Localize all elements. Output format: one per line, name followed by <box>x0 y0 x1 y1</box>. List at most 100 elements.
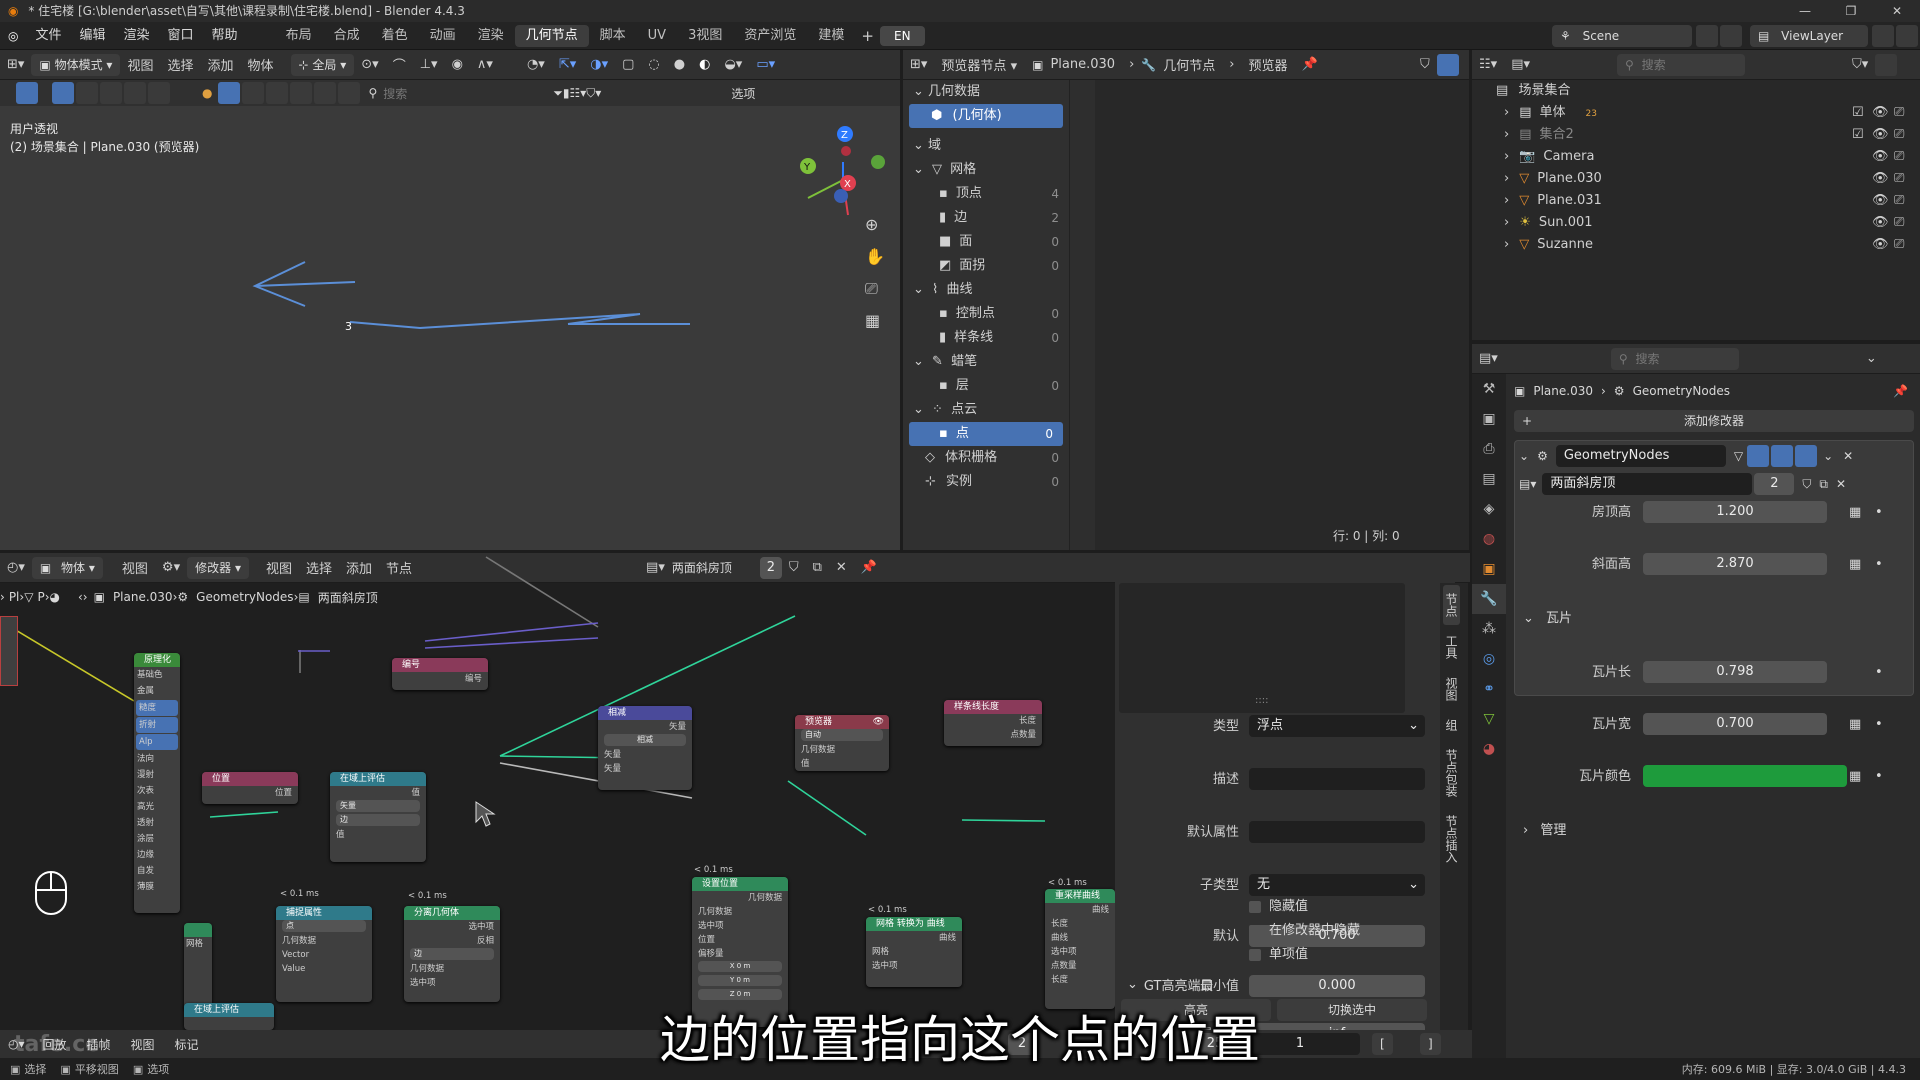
pin-icon[interactable]: 📌 <box>1893 384 1908 398</box>
add-workspace-icon[interactable]: + <box>855 27 880 45</box>
position-node[interactable]: 位置 位置 <box>202 772 298 804</box>
expand-icon[interactable]: › <box>1504 171 1509 186</box>
tool-tab-icon[interactable]: ⚒ <box>1472 374 1506 404</box>
node-tree-icon[interactable]: ▤▾ <box>1519 477 1536 491</box>
bsdf-input-row[interactable]: 基础色 <box>134 667 180 683</box>
gizmo-neg-x-handle[interactable] <box>841 146 851 156</box>
spline-length-node[interactable]: 样条线长度 长度 点数量 <box>944 700 1042 746</box>
render-camera-icon[interactable]: ⎚ <box>1894 234 1904 256</box>
capture-domain-dropdown[interactable]: 点 <box>282 920 366 932</box>
domain-group-header[interactable]: ⌄ ⌇ 曲线 <box>903 278 1069 302</box>
domain-instances[interactable]: ⊹ 实例 0 <box>903 470 1069 494</box>
attribute-toggle-icon[interactable]: ▦ <box>1849 501 1861 525</box>
eye-icon[interactable]: 👁 <box>1872 146 1889 168</box>
domain-section-header[interactable]: ⌄ 域 <box>903 134 1069 158</box>
separate-domain-dropdown[interactable]: 边 <box>410 948 494 960</box>
sidebar-tab[interactable]: 组 <box>1443 711 1460 739</box>
display-mode-icon[interactable]: ▤▾ <box>1504 57 1537 72</box>
camera-icon[interactable]: ⎚ <box>865 279 878 298</box>
eye-icon[interactable]: 👁 <box>1872 102 1889 124</box>
attribute-toggle-icon[interactable]: ▦ <box>1849 765 1861 789</box>
fake-user-icon[interactable]: ⛉ <box>1802 477 1811 492</box>
domain-item[interactable]: ▪ 点 0 <box>909 422 1063 446</box>
viewlayer-tab-icon[interactable]: ▤ <box>1472 464 1506 494</box>
object-tab-icon[interactable]: ▣ <box>1472 554 1506 584</box>
keyframe-dot-icon[interactable]: • <box>1875 661 1883 685</box>
index-node[interactable]: 编号 编号 <box>392 658 488 690</box>
outliner-search-input[interactable]: ⚲ 搜索 <box>1617 53 1745 76</box>
viewer-node[interactable]: 预览器 👁 自动 几何数据 值 <box>795 715 889 771</box>
close-window-button[interactable]: ✕ <box>1874 0 1920 22</box>
add-modifier-button[interactable]: + 添加修改器 <box>1514 410 1914 432</box>
tile-color-swatch[interactable] <box>1643 765 1847 787</box>
new-scene-icon[interactable] <box>1696 25 1718 47</box>
node-group-users[interactable]: 2 <box>1754 473 1795 495</box>
attribute-toggle-icon[interactable]: ▦ <box>1849 553 1861 577</box>
properties-editor-icon[interactable]: ▤▾ <box>1472 351 1505 366</box>
domain-group-header[interactable]: ⌄ ✎ 蜡笔 <box>903 350 1069 374</box>
spreadsheet-breadcrumb-modifier[interactable]: 几何节点 <box>1156 55 1222 74</box>
tab-scripting[interactable]: 脚本 <box>589 25 637 47</box>
unlink-icon[interactable]: ✕ <box>1836 477 1846 491</box>
eval-type-dropdown[interactable]: 矢量 <box>336 800 420 812</box>
data-tab-icon[interactable]: ▽ <box>1472 704 1506 734</box>
render-camera-icon[interactable]: ⎚ <box>1894 168 1904 190</box>
viewport-toggle-icon[interactable] <box>1771 445 1794 467</box>
domain-item[interactable]: ▪ 控制点 0 <box>903 302 1069 326</box>
socket-option-checkbox[interactable]: 单项值 <box>1249 943 1449 967</box>
viewlayer-selector[interactable]: ▤ ViewLayer <box>1750 25 1868 47</box>
tab-compositing[interactable]: 合成 <box>323 25 371 47</box>
output-tab-icon[interactable]: ⎙ <box>1472 434 1506 464</box>
tab-layout[interactable]: 布局 <box>275 25 323 47</box>
3d-viewport[interactable]: ⊞▾ ▣ 物体模式 ▾ 视图 选择 添加 物体 ⊹ 全局 ▾ ⊙▾ ⌒ ⊥▾ ◉… <box>0 50 900 550</box>
render-toggle-icon[interactable] <box>1795 445 1818 467</box>
new-viewlayer-icon[interactable] <box>1872 25 1894 47</box>
geometry-section-header[interactable]: ⌄ 几何数据 <box>903 80 1069 104</box>
menu-render[interactable]: 渲染 <box>115 22 159 50</box>
constraints-tab-icon[interactable]: ⚭ <box>1472 674 1506 704</box>
language-toggle-button[interactable]: EN <box>879 25 925 46</box>
modifier-tab-icon[interactable]: 🔧 <box>1472 584 1506 614</box>
eye-icon[interactable]: 👁 <box>1872 212 1889 234</box>
tab-geometry-nodes[interactable]: 几何节点 <box>514 24 589 47</box>
gt-highlight-section-header[interactable]: ⌄ GT高亮端口 <box>1127 973 1427 995</box>
sidebar-tab[interactable]: 工具 <box>1443 627 1460 667</box>
bsdf-input-row[interactable]: 糙度 <box>136 700 178 716</box>
domain-volume[interactable]: ◇ 体积栅格 0 <box>903 446 1069 470</box>
gizmo-neg-z-handle[interactable] <box>834 189 848 203</box>
bsdf-input-row[interactable]: 次表 <box>134 783 180 799</box>
pan-hand-icon[interactable]: ✋ <box>865 247 885 266</box>
bsdf-input-row[interactable]: 透射 <box>134 815 180 831</box>
gizmo-neg-y-handle[interactable] <box>871 155 885 169</box>
resize-grip-icon[interactable]: :::: <box>1255 695 1268 706</box>
domain-item[interactable]: ▮ 边 2 <box>903 206 1069 230</box>
render-camera-icon[interactable]: ⎚ <box>1894 212 1904 234</box>
world-tab-icon[interactable]: ◍ <box>1472 524 1506 554</box>
mesh-to-curve-node[interactable]: 网格 转换为 曲线 曲线 网格 选中项 <box>866 917 962 987</box>
bsdf-input-row[interactable]: 法向 <box>134 751 180 767</box>
delete-viewlayer-icon[interactable] <box>1896 25 1918 47</box>
capture-attribute-node[interactable]: 捕捉属性 点 几何数据 Vector Value <box>276 906 372 1002</box>
scene-collection-row[interactable]: ▤ 场景集合 <box>1472 80 1920 102</box>
bsdf-input-row[interactable]: Alp <box>136 734 178 750</box>
eye-icon[interactable]: 👁 <box>1872 168 1889 190</box>
domain-item[interactable]: ▪ 层 0 <box>903 374 1069 398</box>
bsdf-input-row[interactable]: 薄膜 <box>134 879 180 895</box>
sidebar-tab[interactable]: 节点包装 <box>1443 741 1460 805</box>
keyframe-dot-icon[interactable]: • <box>1875 501 1883 525</box>
outliner-row[interactable]: › ☀ Sun.001 👁 ⎚ <box>1472 212 1920 234</box>
expand-icon[interactable]: › <box>1504 193 1509 208</box>
remove-modifier-icon[interactable]: ✕ <box>1843 449 1853 463</box>
offset-y-field[interactable]: Y 0 m <box>698 975 782 986</box>
pin-icon[interactable]: 📌 <box>1294 57 1324 72</box>
render-camera-icon[interactable]: ⎚ <box>1894 102 1904 124</box>
node-group-name-field[interactable]: 两面斜房顶 <box>1542 473 1753 495</box>
mesh-input-node[interactable]: 网格 <box>184 923 212 1011</box>
minimize-button[interactable]: — <box>1782 0 1828 22</box>
keyframe-dot-icon[interactable]: • <box>1875 713 1883 737</box>
outliner-row[interactable]: › ▤ 单体 23 ☑ 👁 ⎚ <box>1472 102 1920 124</box>
tab-shading[interactable]: 着色 <box>371 25 419 47</box>
eye-icon[interactable]: 👁 <box>1872 234 1889 256</box>
domain-item[interactable]: ▮ 样条线 0 <box>903 326 1069 350</box>
edit-mode-toggle-icon[interactable]: ▽ <box>1734 449 1743 463</box>
